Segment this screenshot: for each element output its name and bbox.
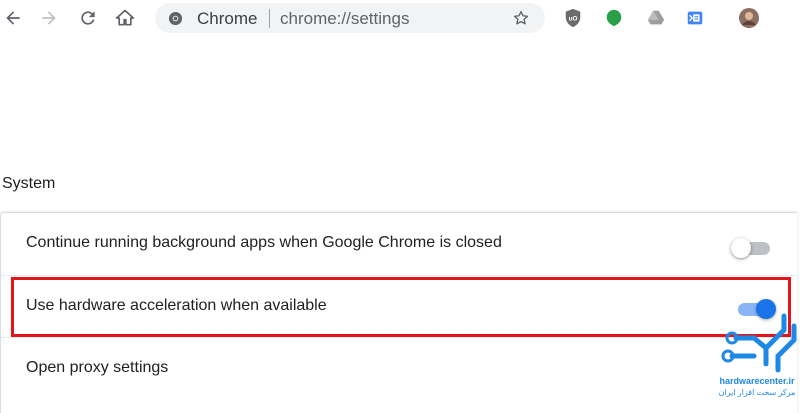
star-icon[interactable] bbox=[512, 9, 530, 27]
proxy-settings-link[interactable]: Open proxy settings bbox=[26, 359, 168, 377]
reload-icon[interactable] bbox=[77, 7, 99, 29]
circuit-logo-icon bbox=[721, 313, 797, 373]
profile-avatar[interactable] bbox=[738, 7, 760, 29]
url-text[interactable]: chrome://settings bbox=[280, 9, 409, 29]
watermark-subtext: مرکز سخت افزار ایران bbox=[718, 388, 796, 397]
omnibox[interactable]: Chrome chrome://settings bbox=[155, 3, 545, 33]
green-leaf-icon[interactable] bbox=[603, 7, 625, 29]
chrome-site-icon bbox=[168, 11, 183, 26]
setting-label: Continue running background apps when Go… bbox=[26, 234, 502, 251]
browser-toolbar: Chrome chrome://settings uO bbox=[0, 0, 800, 36]
google-drive-icon[interactable] bbox=[645, 7, 667, 29]
toggle-knob bbox=[731, 238, 751, 258]
home-icon[interactable] bbox=[114, 7, 136, 29]
section-title-system: System bbox=[2, 175, 56, 192]
background-apps-toggle[interactable] bbox=[731, 237, 773, 259]
setting-row-background-apps[interactable]: Continue running background apps when Go… bbox=[1, 213, 797, 275]
svg-text:uO: uO bbox=[569, 16, 578, 23]
highlight-box bbox=[11, 277, 791, 337]
watermark-text: hardwarecenter.ir bbox=[719, 376, 795, 386]
docs-offline-icon[interactable] bbox=[684, 7, 706, 29]
watermark-logo: hardwarecenter.ir مرکز سخت افزار ایران bbox=[714, 312, 800, 400]
site-chip: Chrome bbox=[197, 9, 258, 28]
back-arrow-icon[interactable] bbox=[2, 7, 24, 29]
forward-arrow-icon[interactable] bbox=[38, 7, 60, 29]
ublock-origin-icon[interactable]: uO bbox=[562, 7, 584, 29]
omnibox-divider bbox=[269, 9, 270, 28]
setting-row-proxy[interactable]: Open proxy settings bbox=[1, 337, 797, 400]
